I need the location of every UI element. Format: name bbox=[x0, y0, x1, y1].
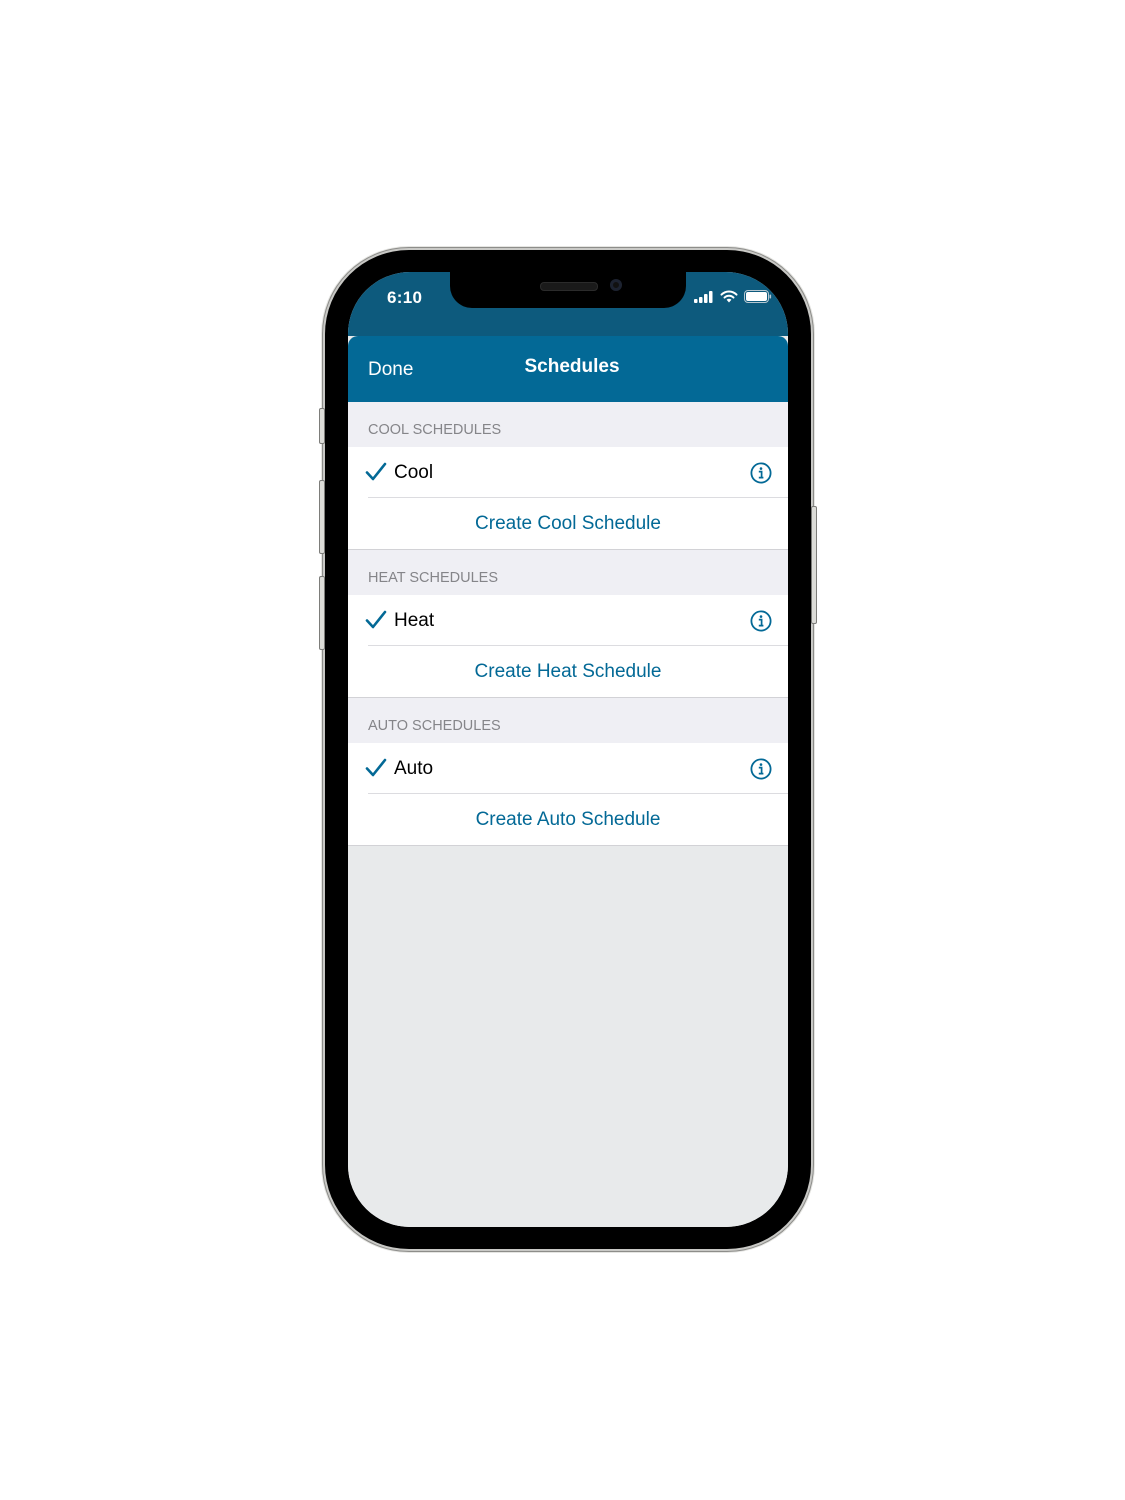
checkmark-icon bbox=[365, 462, 387, 481]
section-cool-schedules: COOL SCHEDULES Cool Create Cool Schedule bbox=[348, 402, 788, 550]
volume-down-button bbox=[319, 576, 325, 650]
info-circle-icon[interactable] bbox=[750, 610, 772, 632]
info-circle-icon[interactable] bbox=[750, 462, 772, 484]
section-header: COOL SCHEDULES bbox=[348, 402, 788, 447]
navigation-bar: Done Schedules bbox=[348, 336, 788, 402]
phone-frame: 6:10 Done Schedules COOL SCHEDULES Cool … bbox=[319, 250, 817, 1249]
info-circle-icon[interactable] bbox=[750, 758, 772, 780]
create-schedule-label[interactable]: Create Heat Schedule bbox=[348, 661, 788, 683]
create-cool-schedule-button[interactable]: Create Cool Schedule bbox=[348, 498, 788, 550]
section-auto-schedules: AUTO SCHEDULES Auto Create Auto Schedule bbox=[348, 698, 788, 846]
wifi-icon bbox=[720, 290, 738, 303]
section-header: HEAT SCHEDULES bbox=[348, 550, 788, 595]
battery-icon bbox=[744, 290, 772, 303]
schedule-item-heat[interactable]: Heat bbox=[348, 595, 788, 646]
schedule-item-label: Auto bbox=[394, 758, 434, 779]
schedule-item-label: Cool bbox=[394, 462, 434, 483]
create-auto-schedule-button[interactable]: Create Auto Schedule bbox=[348, 794, 788, 846]
phone-screen: 6:10 Done Schedules COOL SCHEDULES Cool … bbox=[348, 272, 788, 1227]
schedule-item-auto[interactable]: Auto bbox=[348, 743, 788, 794]
status-icons bbox=[694, 290, 772, 303]
create-schedule-label[interactable]: Create Auto Schedule bbox=[348, 809, 788, 831]
cellular-signal-icon bbox=[694, 290, 713, 303]
volume-up-button bbox=[319, 480, 325, 554]
front-camera bbox=[610, 279, 622, 291]
speaker-grille bbox=[540, 282, 598, 291]
create-schedule-label[interactable]: Create Cool Schedule bbox=[348, 513, 788, 535]
page-title: Schedules bbox=[524, 356, 620, 377]
status-time: 6:10 bbox=[387, 288, 423, 307]
section-heat-schedules: HEAT SCHEDULES Heat Create Heat Schedule bbox=[348, 550, 788, 698]
power-button bbox=[811, 506, 817, 624]
schedules-sheet: Done Schedules COOL SCHEDULES Cool Creat… bbox=[348, 336, 788, 1227]
schedule-item-label: Heat bbox=[394, 610, 435, 631]
notch bbox=[450, 272, 686, 308]
status-bar: 6:10 bbox=[348, 272, 788, 336]
checkmark-icon bbox=[365, 610, 387, 629]
create-heat-schedule-button[interactable]: Create Heat Schedule bbox=[348, 646, 788, 698]
schedule-item-cool[interactable]: Cool bbox=[348, 447, 788, 498]
section-header: AUTO SCHEDULES bbox=[348, 698, 788, 743]
silent-switch bbox=[319, 408, 325, 444]
checkmark-icon bbox=[365, 758, 387, 777]
